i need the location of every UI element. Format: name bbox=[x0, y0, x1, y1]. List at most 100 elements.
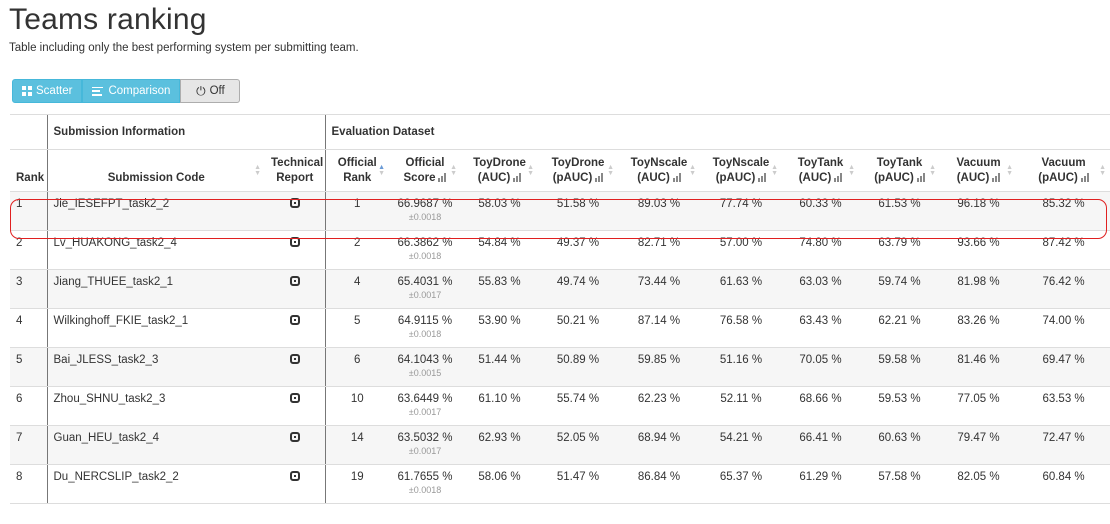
toytank-pauc-cell: 57.58 % bbox=[859, 464, 940, 504]
vacuum-pauc-cell: 72.47 % bbox=[1017, 425, 1110, 465]
report-icon[interactable] bbox=[289, 237, 300, 247]
bar-chart-icon[interactable] bbox=[595, 173, 604, 182]
group-submission-info: Submission Information bbox=[46, 114, 325, 150]
technical-report-cell bbox=[265, 191, 325, 231]
column-header-toytank-auc[interactable]: ToyTank (AUC) ▲ ▼ bbox=[782, 149, 859, 192]
toydrone-pauc-cell: 49.74 % bbox=[538, 269, 618, 309]
sort-icon[interactable]: ▲ ▼ bbox=[689, 164, 696, 177]
sort-icon[interactable]: ▲ ▼ bbox=[929, 164, 936, 177]
official-rank-cell: 10 bbox=[324, 386, 389, 426]
column-header-toynscale-pauc[interactable]: ToyNscale (pAUC) ▲ ▼ bbox=[700, 149, 782, 192]
comparison-button[interactable]: Comparison bbox=[82, 79, 181, 103]
vacuum-auc-cell: 77.05 % bbox=[940, 386, 1017, 426]
table-row: 3 Jiang_THUEE_task2_1 4 65.4031 % ±0.0017 55.… bbox=[10, 269, 1110, 309]
bar-chart-icon[interactable] bbox=[438, 173, 447, 182]
official-score-cell: 61.7655 % ±0.0018 bbox=[389, 464, 461, 504]
toynscale-auc-cell: 68.94 % bbox=[618, 425, 700, 465]
official-rank-cell: 2 bbox=[324, 230, 389, 270]
column-header-toydrone-pauc[interactable]: ToyDrone (pAUC) ▲ ▼ bbox=[538, 149, 618, 192]
official-score-deviation: ±0.0017 bbox=[408, 290, 442, 300]
bar-chart-icon[interactable] bbox=[834, 173, 843, 182]
vacuum-auc-cell: 79.47 % bbox=[940, 425, 1017, 465]
official-score-cell: 65.4031 % ±0.0017 bbox=[389, 269, 461, 309]
toytank-pauc-cell: 59.58 % bbox=[859, 347, 940, 387]
official-rank-cell: 1 bbox=[324, 191, 389, 231]
sort-icon[interactable]: ▲ ▼ bbox=[378, 164, 385, 177]
off-button[interactable]: ⏻ Off bbox=[180, 79, 241, 103]
toynscale-pauc-cell: 61.63 % bbox=[700, 269, 782, 309]
column-header-line: ToyDrone bbox=[551, 157, 605, 169]
column-header-label: Submission Code bbox=[107, 172, 205, 184]
column-header-vacuum-pauc[interactable]: Vacuum (pAUC) ▲ ▼ bbox=[1017, 149, 1110, 192]
technical-report-cell bbox=[265, 386, 325, 426]
vacuum-auc-cell: 82.05 % bbox=[940, 464, 1017, 504]
official-rank-cell: 19 bbox=[324, 464, 389, 504]
report-icon[interactable] bbox=[289, 432, 300, 442]
table-row: 7 Guan_HEU_task2_4 14 63.5032 % ±0.0017 62.93… bbox=[10, 425, 1110, 465]
column-header-vacuum-auc[interactable]: Vacuum (AUC) ▲ ▼ bbox=[940, 149, 1017, 192]
vacuum-auc-cell: 81.98 % bbox=[940, 269, 1017, 309]
toytank-auc-cell: 70.05 % bbox=[782, 347, 859, 387]
bar-chart-icon[interactable] bbox=[672, 173, 681, 182]
toynscale-auc-cell: 62.23 % bbox=[618, 386, 700, 426]
column-header-line: Official bbox=[337, 157, 377, 169]
column-header-code[interactable]: Submission Code ▲ ▼ bbox=[46, 149, 265, 192]
column-header-toynscale-auc[interactable]: ToyNscale (AUC) ▲ ▼ bbox=[618, 149, 700, 192]
column-header-toytank-pauc[interactable]: ToyTank (pAUC) ▲ ▼ bbox=[859, 149, 940, 192]
scatter-label: Scatter bbox=[36, 85, 73, 97]
report-icon[interactable] bbox=[289, 198, 300, 208]
scatter-button[interactable]: Scatter bbox=[12, 79, 83, 103]
toytank-pauc-cell: 62.21 % bbox=[859, 308, 940, 348]
bar-chart-icon[interactable] bbox=[513, 173, 522, 182]
bar-chart-icon[interactable] bbox=[758, 173, 767, 182]
toydrone-auc-cell: 53.90 % bbox=[461, 308, 538, 348]
rank-cell: 8 bbox=[10, 464, 47, 504]
toytank-pauc-cell: 60.63 % bbox=[859, 425, 940, 465]
official-rank-cell: 4 bbox=[324, 269, 389, 309]
bar-chart-icon[interactable] bbox=[916, 173, 925, 182]
submission-code-cell: Zhou_SHNU_task2_3 bbox=[46, 386, 265, 426]
column-header-report: Technical Report bbox=[265, 149, 325, 192]
official-score-deviation: ±0.0015 bbox=[408, 368, 442, 378]
column-header-official-score[interactable]: Official Score ▲ ▼ bbox=[389, 149, 461, 192]
official-score-value: 66.9687 % bbox=[397, 198, 453, 210]
toytank-pauc-cell: 59.74 % bbox=[859, 269, 940, 309]
ranking-table: Submission Information Evaluation Datase… bbox=[10, 114, 1110, 504]
power-icon: ⏻ bbox=[196, 83, 206, 98]
toydrone-auc-cell: 58.06 % bbox=[461, 464, 538, 504]
report-icon[interactable] bbox=[289, 471, 300, 481]
page-title: Teams ranking bbox=[9, 3, 207, 36]
sort-icon[interactable]: ▲ ▼ bbox=[607, 164, 614, 177]
sort-icon[interactable]: ▲ ▼ bbox=[527, 164, 534, 177]
column-header-official-rank[interactable]: Official Rank ▲ ▼ bbox=[324, 149, 389, 192]
sort-icon[interactable]: ▲ ▼ bbox=[1099, 164, 1106, 177]
toydrone-pauc-cell: 51.58 % bbox=[538, 191, 618, 231]
sort-icon[interactable]: ▲ ▼ bbox=[771, 164, 778, 177]
table-row: 6 Zhou_SHNU_task2_3 10 63.6449 % ±0.0017 61.1… bbox=[10, 386, 1110, 426]
group-spacer bbox=[10, 114, 47, 150]
report-icon[interactable] bbox=[289, 354, 300, 364]
toydrone-pauc-cell: 51.47 % bbox=[538, 464, 618, 504]
report-icon[interactable] bbox=[289, 276, 300, 286]
toydrone-auc-cell: 54.84 % bbox=[461, 230, 538, 270]
report-icon[interactable] bbox=[289, 393, 300, 403]
sort-icon[interactable]: ▲ ▼ bbox=[450, 164, 457, 177]
rank-cell: 3 bbox=[10, 269, 47, 309]
group-evaluation-dataset: Evaluation Dataset bbox=[324, 114, 1110, 150]
official-score-deviation: ±0.0018 bbox=[408, 212, 442, 222]
bar-chart-icon[interactable] bbox=[1080, 173, 1089, 182]
column-header-toydrone-auc[interactable]: ToyDrone (AUC) ▲ ▼ bbox=[461, 149, 538, 192]
sort-icon[interactable]: ▲ ▼ bbox=[254, 164, 261, 177]
official-rank-cell: 6 bbox=[324, 347, 389, 387]
toytank-auc-cell: 66.41 % bbox=[782, 425, 859, 465]
sort-icon[interactable]: ▲ ▼ bbox=[848, 164, 855, 177]
toynscale-auc-cell: 82.71 % bbox=[618, 230, 700, 270]
report-icon[interactable] bbox=[289, 315, 300, 325]
toytank-pauc-cell: 63.79 % bbox=[859, 230, 940, 270]
bar-chart-icon[interactable] bbox=[992, 173, 1001, 182]
vacuum-pauc-cell: 60.84 % bbox=[1017, 464, 1110, 504]
official-score-value: 61.7655 % bbox=[397, 471, 453, 483]
rank-cell: 2 bbox=[10, 230, 47, 270]
sort-icon[interactable]: ▲ ▼ bbox=[1006, 164, 1013, 177]
rank-cell: 6 bbox=[10, 386, 47, 426]
